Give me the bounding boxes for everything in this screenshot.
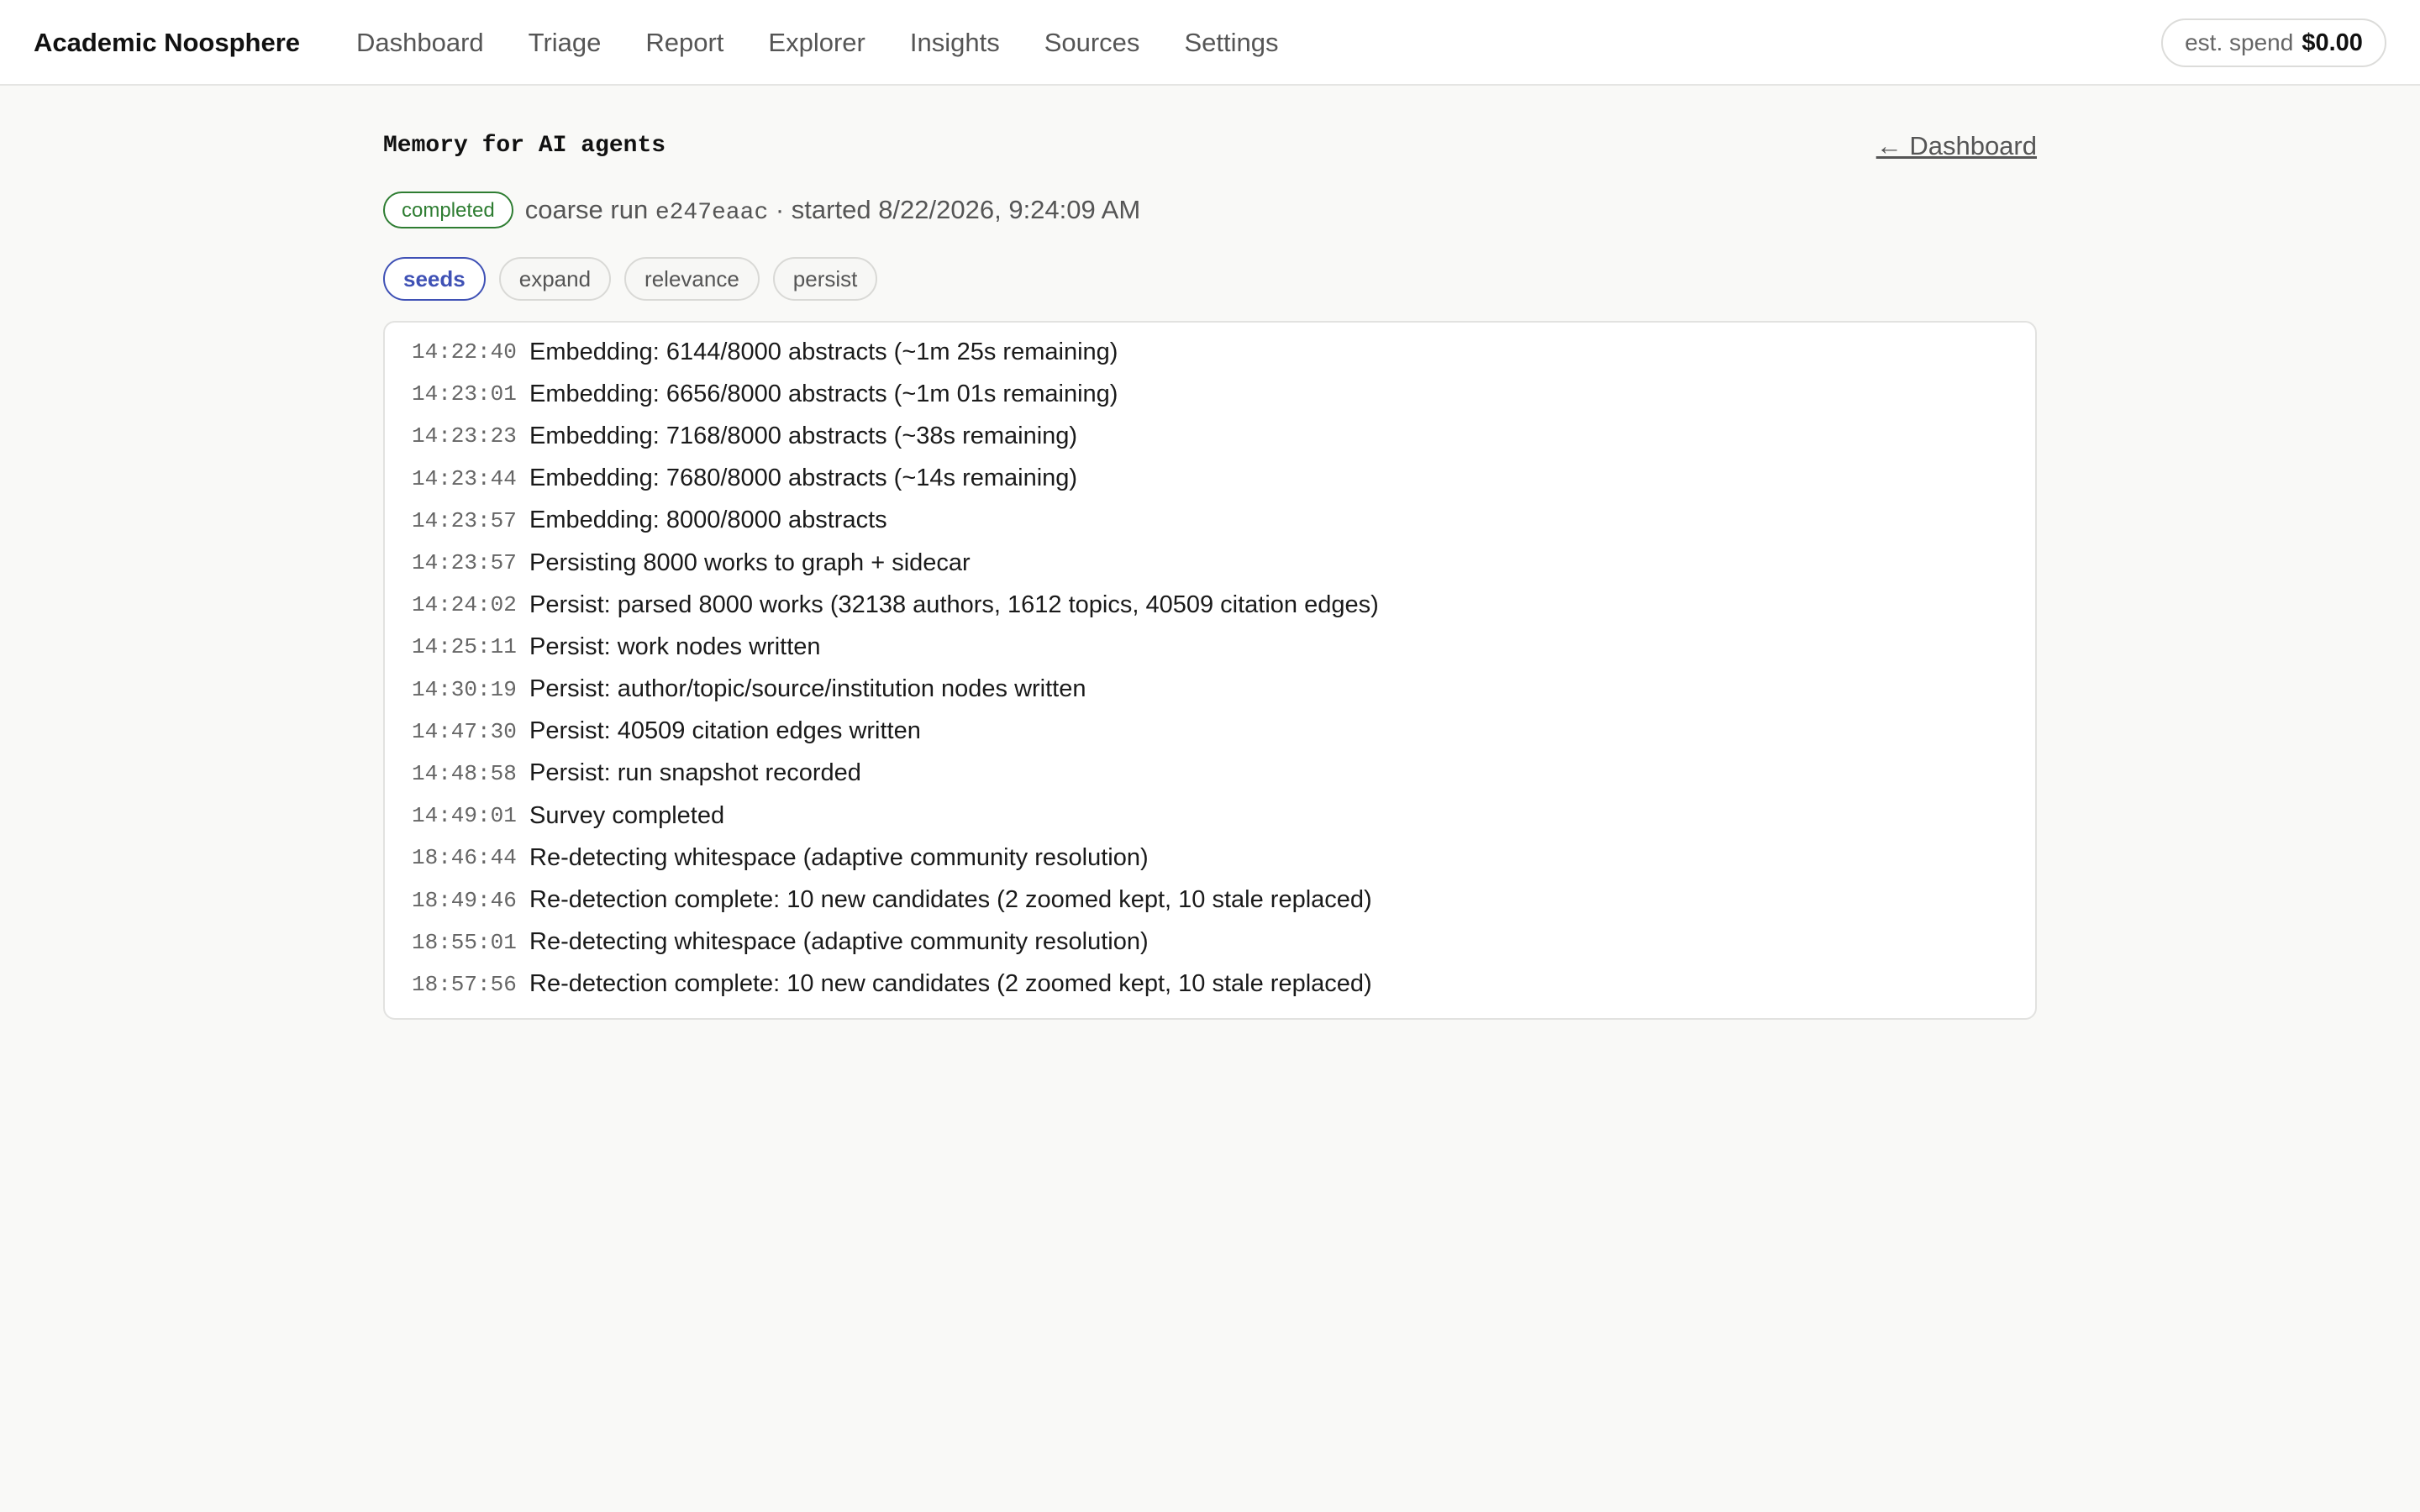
run-meta: coarse run e247eaac · started 8/22/2026,… (525, 195, 1140, 226)
main-nav: Dashboard Triage Report Explorer Insight… (356, 0, 1323, 86)
log-message: Embedding: 7680/8000 abstracts (~14s rem… (529, 465, 1078, 492)
log-message: Persist: run snapshot recorded (529, 759, 861, 787)
log-message: Persist: author/topic/source/institution… (529, 675, 1086, 703)
app-brand[interactable]: Academic Noosphere (34, 0, 300, 86)
log-row: 14:23:23 Embedding: 7168/8000 abstracts (… (385, 415, 2035, 457)
log-timestamp: 14:24:02 (412, 592, 517, 618)
log-message: Persisting 8000 works to graph + sidecar (529, 549, 971, 576)
log-row: 14:24:02 Persist: parsed 8000 works (3213… (385, 584, 2035, 626)
log-timestamp: 14:23:01 (412, 381, 517, 407)
log-row: 14:23:57 Embedding: 8000/8000 abstracts (385, 500, 2035, 542)
spend-value: $0.00 (2302, 29, 2363, 56)
page-title: Memory for AI agents (383, 133, 666, 159)
log-timestamp: 14:22:40 (412, 339, 517, 365)
run-started: · started 8/22/2026, 9:24:09 AM (775, 194, 1141, 224)
run-id: e247eaac (655, 199, 769, 226)
stage-tab-seeds[interactable]: seeds (383, 257, 486, 301)
log-timestamp: 14:23:57 (412, 550, 517, 576)
nav-report[interactable]: Report (645, 28, 723, 58)
top-navigation-bar: Academic Noosphere Dashboard Triage Repo… (0, 0, 2420, 86)
log-row: 14:23:57 Persisting 8000 works to graph +… (385, 542, 2035, 584)
log-message: Persist: parsed 8000 works (32138 author… (529, 591, 1379, 618)
stage-tab-relevance[interactable]: relevance (624, 257, 760, 301)
log-message: Persist: work nodes written (529, 633, 821, 660)
log-row: 14:23:01 Embedding: 6656/8000 abstracts (… (385, 373, 2035, 415)
log-message: Persist: 40509 citation edges written (529, 717, 921, 745)
log-timestamp: 14:49:01 (412, 803, 517, 829)
spend-label: est. spend (2185, 29, 2294, 55)
log-row: 14:49:01 Survey completed (385, 795, 2035, 837)
log-message: Embedding: 6656/8000 abstracts (~1m 01s … (529, 380, 1118, 407)
run-status-row: completed coarse run e247eaac · started … (383, 192, 1140, 228)
log-timestamp: 18:46:44 (412, 845, 517, 871)
status-badge: completed (383, 192, 513, 228)
nav-insights[interactable]: Insights (910, 28, 1000, 58)
stage-tabs: seeds expand relevance persist (383, 257, 891, 301)
log-message: Survey completed (529, 801, 725, 829)
log-timestamp: 18:49:46 (412, 887, 517, 913)
log-timestamp: 18:55:01 (412, 929, 517, 955)
stage-tab-expand[interactable]: expand (498, 257, 612, 301)
stage-tab-persist[interactable]: persist (772, 257, 878, 301)
log-message: Embedding: 6144/8000 abstracts (~1m 25s … (529, 338, 1118, 365)
log-message: Re-detection complete: 10 new candidates… (529, 970, 1372, 998)
log-message: Re-detecting whitespace (adaptive commun… (529, 843, 1149, 871)
log-row: 18:46:44 Re-detecting whitespace (adaptiv… (385, 837, 2035, 879)
log-row: 14:22:40 Embedding: 6144/8000 abstracts (… (385, 331, 2035, 373)
log-row: 18:55:01 Re-detecting whitespace (adaptiv… (385, 921, 2035, 963)
nav-sources[interactable]: Sources (1044, 28, 1140, 58)
run-log[interactable]: 14:22:40 Embedding: 6144/8000 abstracts (… (383, 321, 2037, 1020)
run-prefix: coarse run (524, 194, 649, 224)
log-timestamp: 18:57:56 (412, 971, 517, 997)
log-timestamp: 14:25:11 (412, 634, 517, 660)
log-timestamp: 14:23:44 (412, 465, 517, 491)
log-timestamp: 14:30:19 (412, 676, 517, 702)
log-message: Embedding: 7168/8000 abstracts (~38s rem… (529, 422, 1078, 449)
spend-indicator: est. spend $0.00 (2161, 18, 2386, 67)
log-row: 18:57:56 Re-detection complete: 10 new ca… (385, 963, 2035, 1005)
log-row: 14:47:30 Persist: 40509 citation edges wr… (385, 711, 2035, 753)
log-timestamp: 14:23:57 (412, 507, 517, 533)
log-row: 18:49:46 Re-detection complete: 10 new ca… (385, 879, 2035, 921)
nav-explorer[interactable]: Explorer (768, 28, 865, 58)
back-to-dashboard-link[interactable]: ← Dashboard (1876, 131, 2037, 161)
log-row: 14:23:44 Embedding: 7680/8000 abstracts (… (385, 458, 2035, 500)
log-message: Re-detecting whitespace (adaptive commun… (529, 928, 1149, 956)
log-message: Re-detection complete: 10 new candidates… (529, 886, 1372, 914)
nav-settings[interactable]: Settings (1184, 28, 1278, 58)
log-timestamp: 14:23:23 (412, 423, 517, 449)
log-timestamp: 14:48:58 (412, 760, 517, 786)
log-message: Embedding: 8000/8000 abstracts (529, 507, 887, 534)
nav-triage[interactable]: Triage (529, 28, 602, 58)
nav-dashboard[interactable]: Dashboard (356, 28, 484, 58)
log-row: 14:48:58 Persist: run snapshot recorded (385, 753, 2035, 795)
log-row: 14:30:19 Persist: author/topic/source/ins… (385, 669, 2035, 711)
log-row: 14:25:11 Persist: work nodes written (385, 626, 2035, 668)
log-timestamp: 14:47:30 (412, 718, 517, 744)
